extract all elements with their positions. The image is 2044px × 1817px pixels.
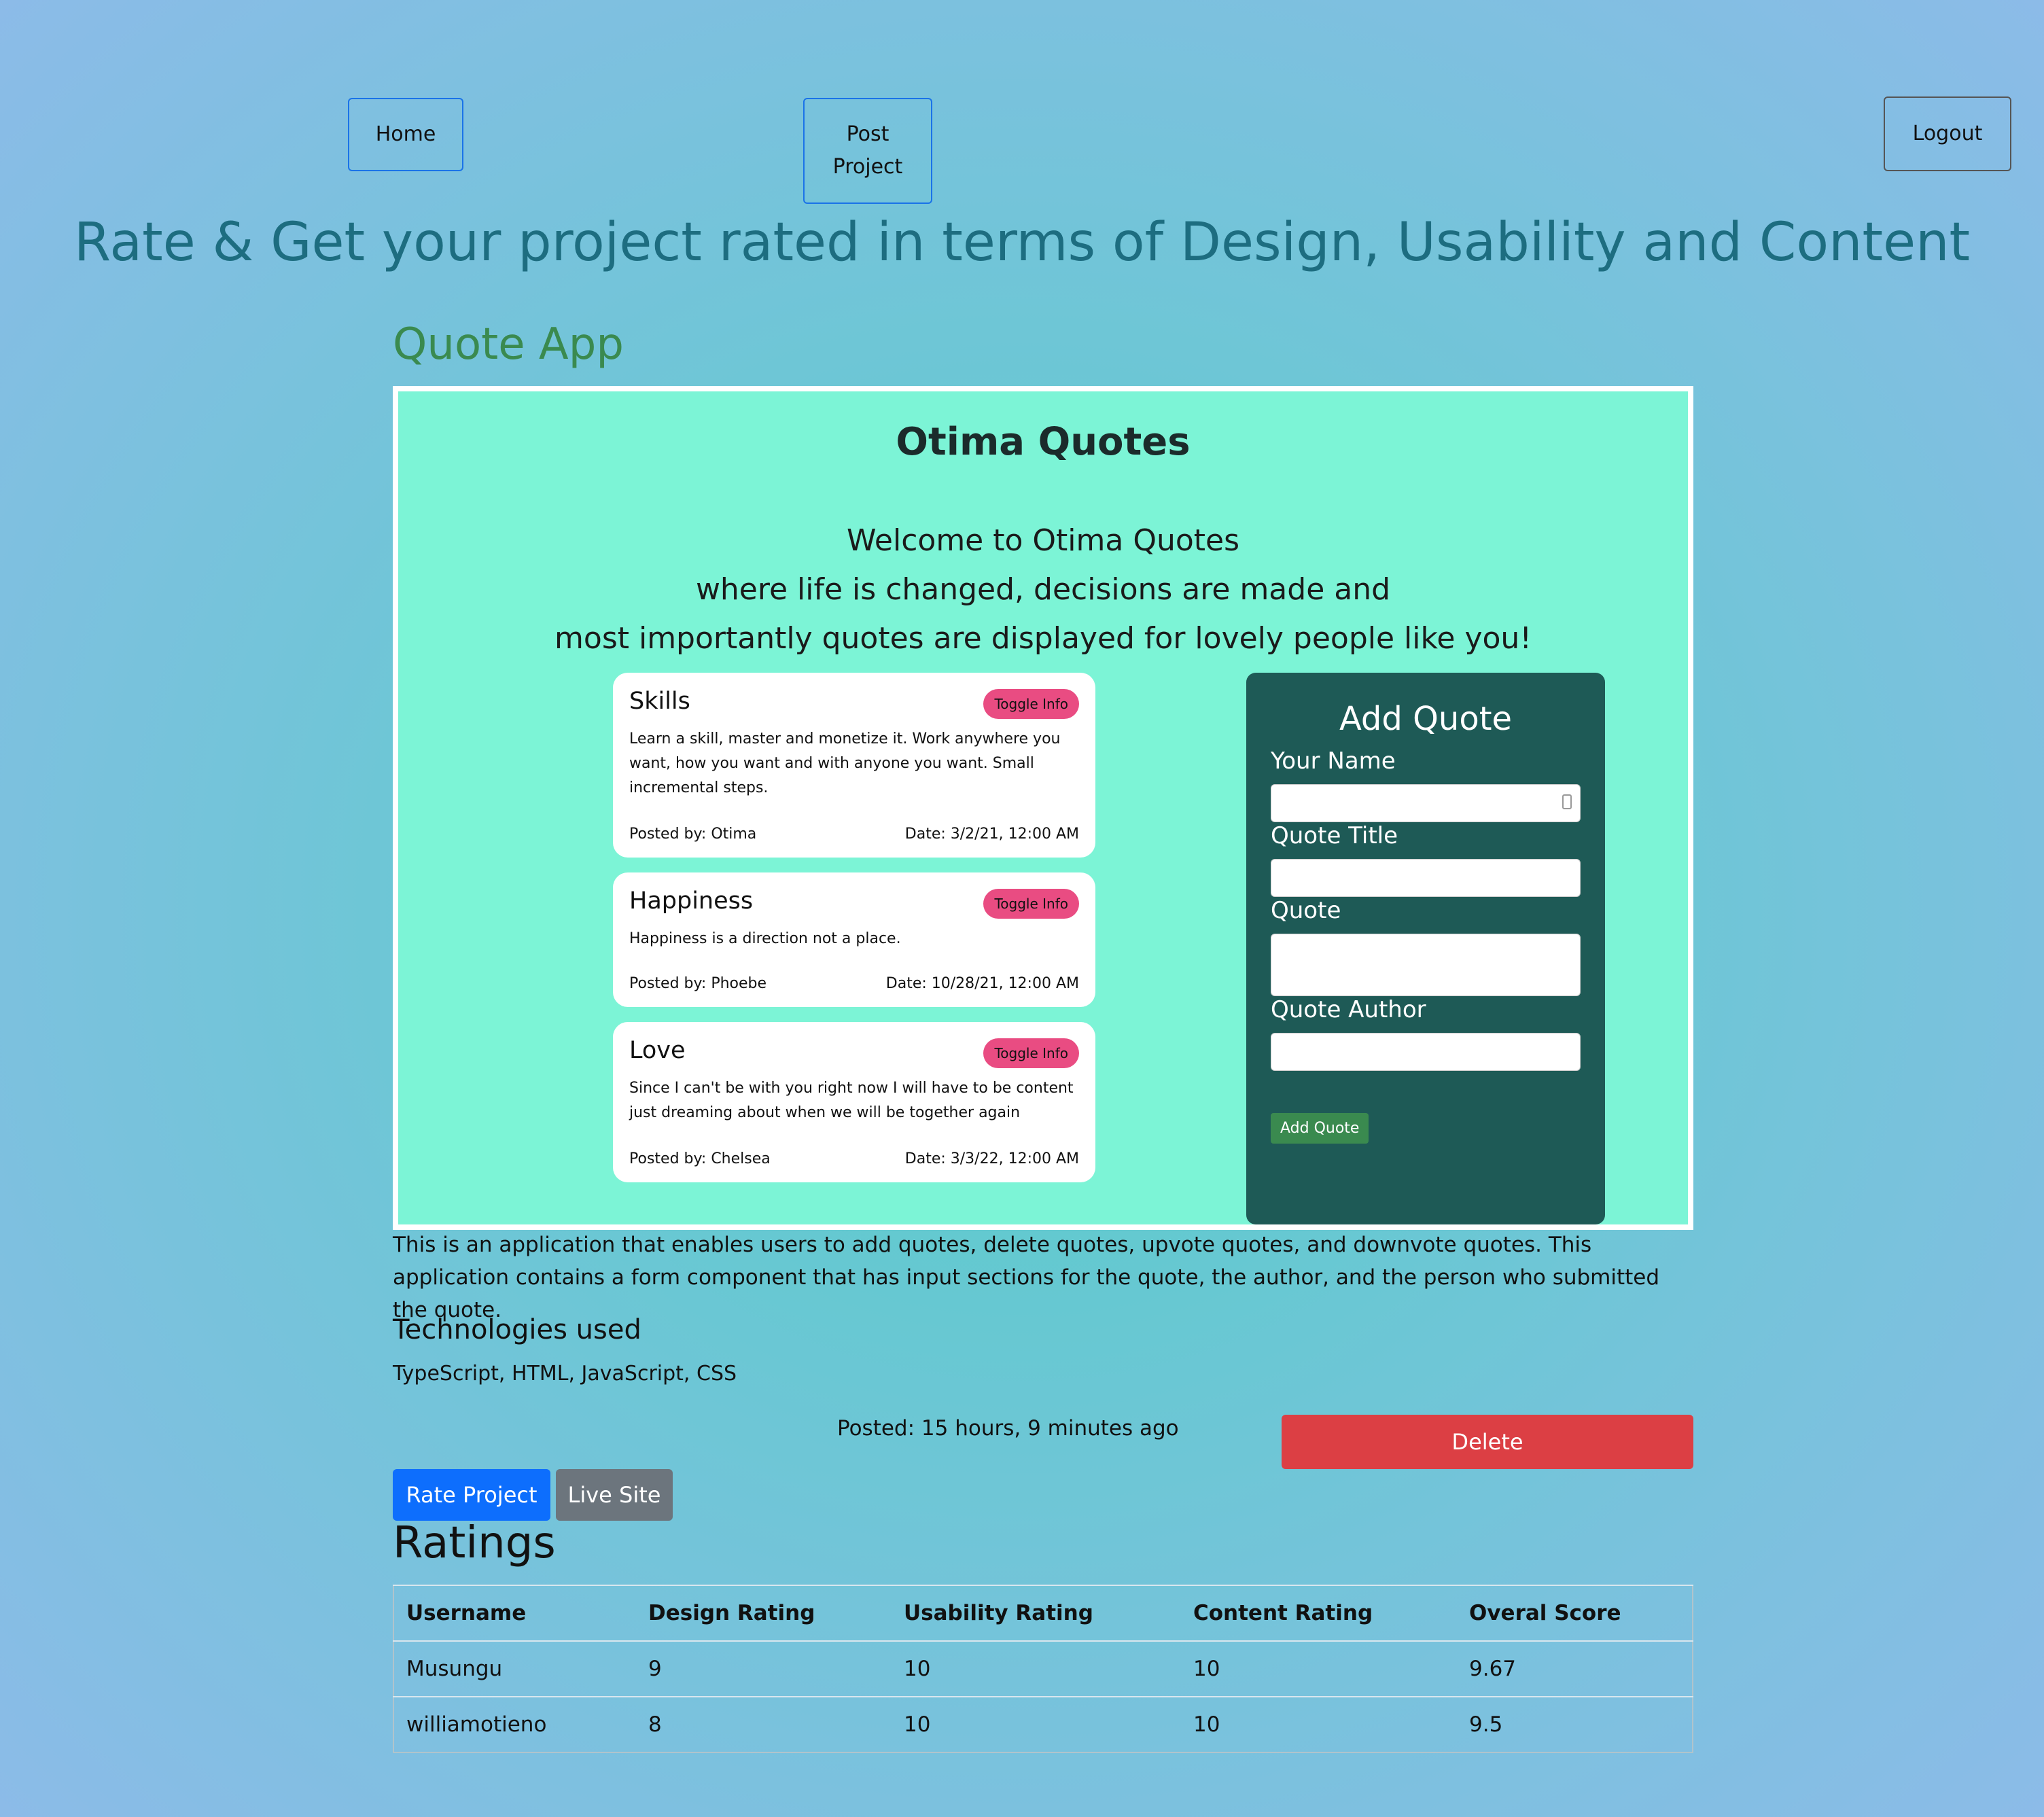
table-cell: 9.67	[1457, 1640, 1693, 1697]
column-header: Usability Rating	[892, 1585, 1181, 1641]
post-project-nav-button[interactable]: Post Project	[803, 98, 932, 204]
quote-posted-by: Posted by: Otima	[629, 826, 757, 843]
table-cell: 10	[1181, 1640, 1457, 1697]
quote-date: Date: 3/2/21, 12:00 AM	[904, 826, 1079, 843]
table-cell: 8	[636, 1696, 892, 1752]
add-quote-form: Add Quote Your Name Quote Title Quote Qu…	[1246, 673, 1605, 1224]
add-quote-form-title: Add Quote	[1339, 700, 1513, 738]
delete-button[interactable]: Delete	[1282, 1415, 1693, 1469]
table-cell: 10	[1181, 1696, 1457, 1752]
quote-label: Quote	[1271, 897, 1341, 924]
toggle-info-button[interactable]: Toggle Info	[983, 889, 1079, 919]
toggle-info-button[interactable]: Toggle Info	[983, 689, 1079, 719]
technologies-list: TypeScript, HTML, JavaScript, CSS	[393, 1362, 737, 1386]
quote-posted-by: Posted by: Chelsea	[629, 1150, 771, 1167]
quote-card: Skills Toggle Info Learn a skill, master…	[613, 673, 1095, 858]
quote-title-input[interactable]	[1271, 859, 1581, 897]
quote-date: Date: 3/3/22, 12:00 AM	[904, 1150, 1079, 1167]
toggle-info-button[interactable]: Toggle Info	[983, 1038, 1079, 1068]
table-row: williamotieno 8 10 10 9.5	[393, 1696, 1693, 1752]
quote-card: Happiness Toggle Info Happiness is a dir…	[613, 872, 1095, 1007]
quote-posted-by: Posted by: Phoebe	[629, 975, 767, 992]
autofill-icon	[1562, 794, 1572, 809]
preview-welcome-text: Welcome to Otima Quotes where life is ch…	[398, 516, 1688, 663]
table-cell: 10	[892, 1640, 1181, 1697]
preview-app-title: Otima Quotes	[896, 420, 1191, 464]
technologies-heading: Technologies used	[393, 1314, 641, 1345]
your-name-input[interactable]	[1271, 784, 1581, 822]
quote-body: Since I can't be with you right now I wi…	[629, 1080, 1074, 1121]
table-header-row: Username Design Rating Usability Rating …	[393, 1585, 1693, 1641]
project-screenshot-preview: Otima Quotes Welcome to Otima Quotes whe…	[393, 386, 1693, 1230]
page-headline: Rate & Get your project rated in terms o…	[73, 212, 1971, 273]
welcome-line: most importantly quotes are displayed fo…	[554, 621, 1532, 656]
table-cell: 10	[892, 1696, 1181, 1752]
table-cell: williamotieno	[393, 1696, 636, 1752]
posted-time: Posted: 15 hours, 9 minutes ago	[837, 1416, 1179, 1441]
quote-title-label: Quote Title	[1271, 822, 1398, 849]
table-cell: 9.5	[1457, 1696, 1693, 1752]
quote-body: Happiness is a direction not a place.	[629, 930, 901, 947]
welcome-line: Welcome to Otima Quotes	[846, 523, 1239, 558]
quote-body: Learn a skill, master and monetize it. W…	[629, 730, 1061, 796]
table-cell: Musungu	[393, 1640, 636, 1697]
logout-button[interactable]: Logout	[1884, 96, 2011, 171]
your-name-label: Your Name	[1271, 747, 1396, 775]
quote-textarea[interactable]	[1271, 934, 1581, 996]
live-site-button[interactable]: Live Site	[556, 1469, 673, 1521]
column-header: Content Rating	[1181, 1585, 1457, 1641]
table-cell: 9	[636, 1640, 892, 1697]
ratings-heading: Ratings	[393, 1518, 556, 1568]
column-header: Overal Score	[1457, 1585, 1693, 1641]
quote-author-label: Quote Author	[1271, 996, 1426, 1023]
quote-card: Love Toggle Info Since I can't be with y…	[613, 1022, 1095, 1182]
ratings-table: Username Design Rating Usability Rating …	[393, 1585, 1693, 1753]
quote-author-input[interactable]	[1271, 1033, 1581, 1071]
project-description: This is an application that enables user…	[393, 1233, 1660, 1322]
table-row: Musungu 9 10 10 9.67	[393, 1640, 1693, 1697]
column-header: Username	[393, 1585, 636, 1641]
rate-project-button[interactable]: Rate Project	[393, 1469, 550, 1521]
project-title: Quote App	[393, 319, 624, 370]
home-nav-button[interactable]: Home	[348, 98, 463, 171]
quote-date: Date: 10/28/21, 12:00 AM	[885, 975, 1079, 992]
welcome-line: where life is changed, decisions are mad…	[695, 572, 1391, 607]
add-quote-submit-button[interactable]: Add Quote	[1271, 1113, 1369, 1144]
column-header: Design Rating	[636, 1585, 892, 1641]
